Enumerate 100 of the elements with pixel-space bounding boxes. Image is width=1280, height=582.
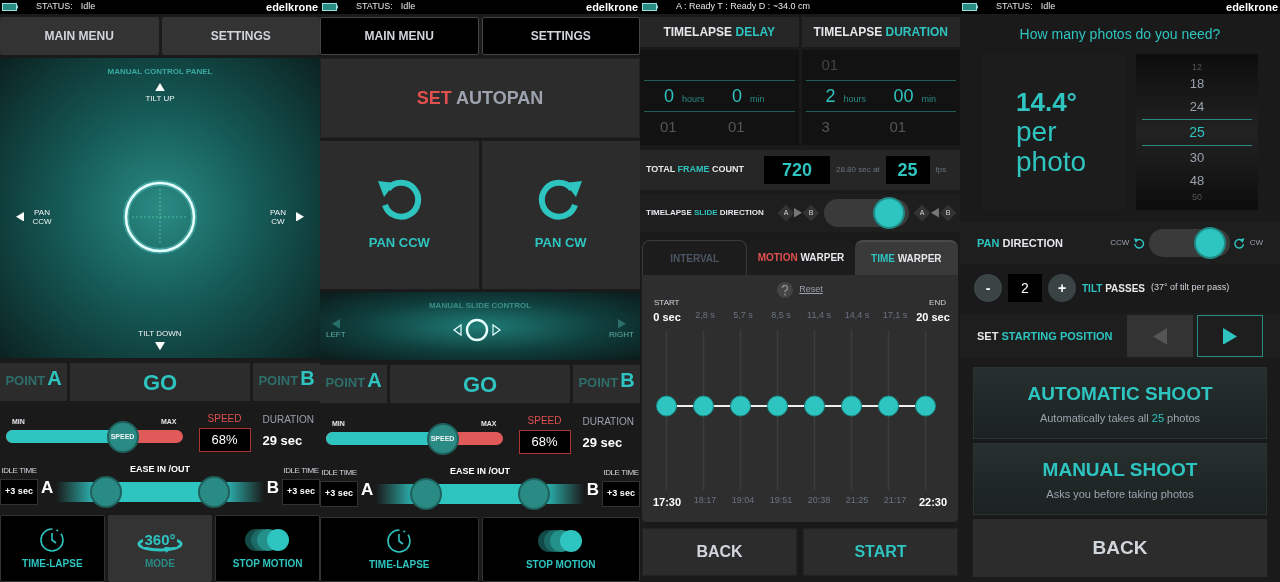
time-label: 19:51 <box>768 493 794 507</box>
offset-label: 5,7 s <box>732 309 754 322</box>
time-picker[interactable]: 0 hours 0 min 01 01 <box>640 50 799 145</box>
battery-icon <box>322 3 338 11</box>
frame-count-value: 720 <box>764 156 830 184</box>
idle-time-button[interactable]: +3 sec <box>320 481 358 507</box>
duration-label: DURATION <box>582 414 634 429</box>
toggle-switch[interactable] <box>824 199 910 227</box>
control-pad[interactable]: MANUAL CONTROL PANEL TILT UP PAN CCW PAN CW TILT DOWN <box>0 58 320 358</box>
offset-label: 2,8 s <box>694 309 716 322</box>
point-button[interactable]: POINT B <box>573 365 640 403</box>
speed-label: SPEED <box>527 413 562 428</box>
tilt-passes-value: 2 <box>1008 274 1042 302</box>
ease-slider[interactable] <box>56 476 264 508</box>
next-button[interactable] <box>1197 315 1263 357</box>
section-header: TIMELAPSE DELAY <box>640 17 799 47</box>
pan-button[interactable]: PAN CCW <box>320 141 479 289</box>
ease-handle[interactable] <box>197 476 230 508</box>
mode-button[interactable]: TIME-LAPSE <box>320 517 479 582</box>
duration-value: 29 sec <box>262 431 303 450</box>
ccw-label: CCW <box>1110 237 1130 249</box>
rotate-left-icon <box>1133 237 1145 249</box>
mode-button[interactable]: TIME-LAPSE <box>0 515 105 582</box>
point-label: B <box>586 478 599 501</box>
tab[interactable]: TIME WARPER <box>854 240 958 275</box>
tilt-note: (37° of tilt per pass) <box>1151 281 1230 295</box>
plus-button[interactable]: + <box>1048 274 1076 302</box>
up-arrow-icon <box>155 83 165 92</box>
picker-item[interactable]: 30 <box>1142 145 1252 169</box>
back-button[interactable]: BACK <box>642 528 797 576</box>
slide-direction-label: TIMELAPSE SLIDE DIRECTION <box>646 207 765 219</box>
offset-label: 8,5 s <box>770 309 792 322</box>
menu-button[interactable]: MAIN MENU <box>0 17 159 55</box>
offset-label: 20 sec <box>915 310 951 325</box>
time-label: 21:17 <box>882 493 908 507</box>
ease-handle[interactable] <box>410 478 443 510</box>
menu-button[interactable]: SETTINGS <box>161 17 320 55</box>
shoot-button[interactable]: MANUAL SHOOT Asks you before taking photos <box>973 443 1267 515</box>
point-button[interactable]: POINT B <box>253 363 320 401</box>
go-button[interactable]: GO <box>390 365 570 403</box>
ease-label: EASE IN /OUT <box>130 462 190 476</box>
ease-label: EASE IN /OUT <box>450 464 510 478</box>
end-label: END <box>929 297 946 309</box>
time-label: 17:30 <box>651 494 683 510</box>
minus-button[interactable]: - <box>974 274 1002 302</box>
idle-time-label: IDLE TIME <box>1 465 37 477</box>
pan-button[interactable]: PAN CW <box>481 141 640 289</box>
down-arrow-icon <box>155 341 165 350</box>
reset-link[interactable]: Reset <box>799 283 823 297</box>
left-arrow-icon <box>331 319 340 329</box>
circles-icon <box>536 527 585 554</box>
status-value: Idle <box>80 0 96 14</box>
tilt-up-label: TILT UP <box>145 93 175 106</box>
menu-button[interactable]: MAIN MENU <box>320 17 479 55</box>
set-autopan-button[interactable]: SET AUTOPAN <box>320 58 640 138</box>
point-button[interactable]: POINT A <box>0 363 67 401</box>
photo-count-picker[interactable]: 12 18 24 25 30 48 50 <box>1136 54 1258 210</box>
toggle-thumb[interactable] <box>873 197 906 229</box>
ease-slider[interactable] <box>376 478 584 510</box>
offset-label: 17,1 s <box>881 309 909 322</box>
cw-label: CW <box>1249 237 1263 249</box>
start-button[interactable]: START <box>803 528 958 576</box>
duration-note: 28.80 sec at <box>836 164 880 176</box>
left-arrow-icon <box>931 208 940 218</box>
fps-value: 25 <box>885 156 930 184</box>
picker-item[interactable]: 18 <box>1142 71 1252 95</box>
picker-item[interactable]: 25 <box>1142 118 1252 146</box>
mode-button[interactable]: STOP MOTION <box>481 517 640 582</box>
slide-control-pad[interactable]: MANUAL SLIDE CONTROL LEFT RIGHT <box>320 292 640 360</box>
picker-item[interactable]: 48 <box>1142 169 1252 193</box>
point-button[interactable]: POINT A <box>320 365 387 403</box>
back-button[interactable]: BACK <box>973 519 1267 577</box>
shoot-button[interactable]: AUTOMATIC SHOOT Automatically takes all 25 photos <box>973 367 1267 439</box>
right-arrow-icon <box>296 211 304 222</box>
starting-position-label: SET STARTING POSITION <box>977 328 1114 344</box>
menu-button[interactable]: SETTINGS <box>481 17 640 55</box>
photo-label: photo <box>1016 147 1088 177</box>
picker-value: 01 <box>728 118 745 135</box>
idle-time-button[interactable]: +3 sec <box>602 481 640 507</box>
tilt-passes-label: TILT PASSES <box>1082 281 1145 296</box>
mode-button[interactable]: STOP MOTION <box>215 515 320 582</box>
go-button[interactable]: GO <box>70 363 250 401</box>
idle-time-button[interactable]: +3 sec <box>0 479 38 505</box>
time-label: 21:25 <box>844 493 870 507</box>
mode-button[interactable]: 360° MODE <box>107 515 213 582</box>
toggle-thumb[interactable] <box>1194 227 1227 259</box>
ease-handle[interactable] <box>517 478 550 510</box>
picker-item[interactable]: 24 <box>1142 95 1252 119</box>
pad-title: MANUAL CONTROL PANEL <box>107 66 213 78</box>
picker-value: 0 <box>732 84 742 108</box>
clock-icon <box>386 527 413 554</box>
idle-time-label: IDLE TIME <box>321 467 357 479</box>
ease-handle[interactable] <box>90 476 123 508</box>
toggle-switch[interactable] <box>1148 229 1231 257</box>
brand-name: edelkrone <box>266 0 318 15</box>
idle-time-button[interactable]: +3 sec <box>282 479 320 505</box>
battery-icon <box>2 3 18 11</box>
slide-title: MANUAL SLIDE CONTROL <box>428 300 532 312</box>
duration-label: DURATION <box>262 412 314 427</box>
picker-value: 2 <box>825 84 836 108</box>
